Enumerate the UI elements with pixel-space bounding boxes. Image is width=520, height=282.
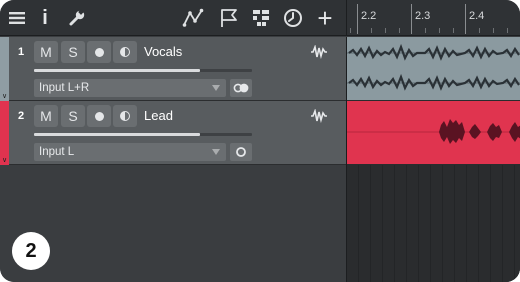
empty-lane[interactable] <box>347 165 520 282</box>
track-row-vocals[interactable]: ∨ 1 M S Vocals Input L+R <box>0 37 346 101</box>
waveform-vocals <box>347 43 520 91</box>
track-number: 1 <box>17 46 25 58</box>
ruler-label: 2.3 <box>415 10 431 22</box>
monitor-button[interactable] <box>113 105 137 127</box>
grid-quantize-icon[interactable] <box>250 7 272 29</box>
arrangement-view[interactable] <box>346 37 520 282</box>
volume-fader[interactable] <box>34 133 252 136</box>
waveform-lead <box>347 119 520 144</box>
monitor-button[interactable] <box>113 41 137 63</box>
track-name[interactable]: Lead <box>144 108 173 123</box>
flag-icon[interactable] <box>218 7 240 29</box>
record-icon <box>94 47 104 57</box>
collapse-icon[interactable]: ∨ <box>0 92 9 101</box>
input-select-value: Input L <box>39 146 75 158</box>
mono-monitor-button[interactable] <box>230 143 252 161</box>
stereo-link-icon <box>233 83 249 93</box>
wrench-icon[interactable] <box>66 7 88 29</box>
automation-curve-icon[interactable] <box>182 7 204 29</box>
empty-track-area[interactable] <box>0 166 346 282</box>
input-select[interactable]: Input L <box>34 143 226 161</box>
step-badge: 2 <box>12 232 50 270</box>
audio-clip-lead[interactable] <box>347 101 520 164</box>
audio-clip-vocals[interactable] <box>347 37 520 100</box>
waveform-icon[interactable] <box>310 45 328 59</box>
record-icon <box>94 111 104 121</box>
track-name[interactable]: Vocals <box>144 44 182 59</box>
volume-fill <box>34 69 200 72</box>
collapse-icon[interactable]: ∨ <box>0 156 9 165</box>
waveform-icon[interactable] <box>310 109 328 123</box>
monitor-icon <box>120 47 130 58</box>
chevron-down-icon <box>212 149 220 155</box>
chevron-down-icon <box>212 85 220 91</box>
daw-window: i + 2.2 2.3 2.4 ∨ 1 M S Vocals Input L+R… <box>0 0 520 282</box>
record-arm-button[interactable] <box>87 41 111 63</box>
mute-button[interactable]: M <box>34 41 58 63</box>
record-arm-button[interactable] <box>87 105 111 127</box>
mute-button[interactable]: M <box>34 105 58 127</box>
mono-circle-icon <box>236 147 246 157</box>
metronome-icon[interactable] <box>282 7 304 29</box>
volume-fader[interactable] <box>34 69 252 72</box>
volume-fill <box>34 133 200 136</box>
menu-icon[interactable] <box>6 7 28 29</box>
track-color-strip[interactable]: ∨ <box>0 37 9 101</box>
ruler-label: 2.2 <box>361 10 377 22</box>
stereo-link-button[interactable] <box>230 79 252 97</box>
track-number: 2 <box>17 110 25 122</box>
input-select[interactable]: Input L+R <box>34 79 226 97</box>
track-toolbar: i + <box>0 0 346 36</box>
add-icon[interactable]: + <box>314 5 336 31</box>
monitor-icon <box>120 111 130 122</box>
info-icon[interactable]: i <box>34 7 56 29</box>
solo-button[interactable]: S <box>61 41 85 63</box>
solo-button[interactable]: S <box>61 105 85 127</box>
timeline-ruler[interactable]: 2.2 2.3 2.4 <box>346 0 520 36</box>
ruler-label: 2.4 <box>469 10 485 22</box>
track-color-strip[interactable]: ∨ <box>0 101 9 165</box>
input-select-value: Input L+R <box>39 82 90 94</box>
track-row-lead[interactable]: ∨ 2 M S Lead Input L <box>0 101 346 165</box>
